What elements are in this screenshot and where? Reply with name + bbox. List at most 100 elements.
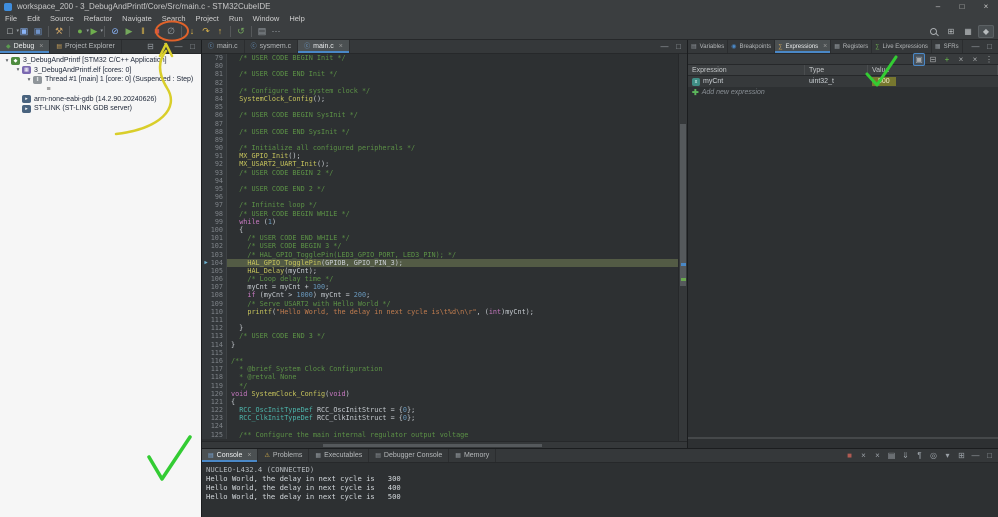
add-expression-icon[interactable]: + — [941, 54, 953, 65]
save-icon[interactable]: ▣ — [17, 23, 31, 39]
tree-item[interactable]: ▾▦3_DebugAndPrintf.elf [cores: 0] — [0, 66, 201, 76]
minimize-view-icon[interactable]: — — [659, 40, 670, 53]
expressions-view-tab-sfrs[interactable]: ▦SFRs — [932, 40, 963, 53]
maximize-view-icon[interactable]: □ — [673, 40, 684, 53]
menu-item-file[interactable]: File — [0, 14, 22, 23]
code-line[interactable]: 81 /* USER CODE END Init */ — [202, 70, 687, 78]
code-line[interactable]: 112 } — [202, 324, 687, 332]
console-view-tab-executables[interactable]: ▦Executables — [309, 449, 369, 462]
menu-item-run[interactable]: Run — [224, 14, 248, 23]
terminate-console-icon[interactable]: ■ — [844, 449, 855, 462]
menu-item-source[interactable]: Source — [45, 14, 79, 23]
menu-item-window[interactable]: Window — [248, 14, 285, 23]
open-console-icon[interactable]: ⊞ — [956, 449, 967, 462]
expressions-view-tab-registers[interactable]: ▦Registers — [831, 40, 872, 53]
tree-item[interactable]: ▾‖Thread #1 [main] 1 [core: 0] (Suspende… — [0, 75, 201, 85]
run-icon[interactable]: ▶▾ — [87, 23, 101, 39]
expressions-view-tab-variables[interactable]: ▤Variables — [688, 40, 728, 53]
save-all-icon[interactable]: ▣ — [31, 23, 45, 39]
code-line[interactable]: 93 /* USER CODE BEGIN 2 */ — [202, 169, 687, 177]
code-line[interactable]: 97 /* Infinite loop */ — [202, 201, 687, 209]
code-line[interactable]: 85 — [202, 103, 687, 111]
tree-item[interactable]: ▸arm-none-eabi-gdb (14.2.90.20240626) — [0, 94, 201, 104]
code-line[interactable]: 91 MX_GPIO_Init(); — [202, 152, 687, 160]
editor-tab-main-c[interactable]: ⓒmain.c — [202, 40, 245, 53]
code-line[interactable]: 124 — [202, 422, 687, 430]
expander-icon[interactable]: ▾ — [14, 67, 22, 73]
perspective-cpp-icon[interactable]: ▦ — [960, 25, 976, 38]
remove-launch-icon[interactable]: × — [858, 449, 869, 462]
code-line[interactable]: 90 /* Initialize all configured peripher… — [202, 144, 687, 152]
code-line[interactable]: 92 MX_USART2_UART_Init(); — [202, 160, 687, 168]
maximize-view-icon[interactable]: □ — [984, 449, 995, 462]
code-line[interactable]: 98 /* USER CODE BEGIN WHILE */ — [202, 210, 687, 218]
code-line[interactable]: 105 HAL_Delay(myCnt); — [202, 267, 687, 275]
code-line[interactable]: 84 SystemClock_Config(); — [202, 95, 687, 103]
build-icon[interactable]: ⚒ — [52, 23, 66, 39]
code-line[interactable]: 103 /* HAL_GPIO_TogglePin(LED3_GPIO_PORT… — [202, 251, 687, 259]
collapse-all-icon[interactable]: ⊟ — [145, 40, 156, 53]
console-view-tab-console[interactable]: ▤Console× — [202, 449, 258, 462]
code-line[interactable]: 83 /* Configure the system clock */ — [202, 87, 687, 95]
debug-view-tab-debug[interactable]: ◆Debug× — [0, 40, 50, 53]
expressions-view-tab-expressions[interactable]: ∑Expressions× — [775, 40, 831, 53]
word-wrap-icon[interactable]: ¶ — [914, 449, 925, 462]
instruction-stepping-icon[interactable]: ▤ — [255, 23, 269, 39]
add-expression-row[interactable]: ✚Add new expression — [688, 87, 998, 98]
code-line[interactable]: 122 RCC_OscInitTypeDef RCC_OscInitStruct… — [202, 406, 687, 414]
code-line[interactable]: 118 * @retval None — [202, 373, 687, 381]
skip-all-breakpoints-icon[interactable]: ⊘ — [108, 23, 122, 39]
code-line[interactable]: 107 myCnt = myCnt + 100; — [202, 283, 687, 291]
code-line[interactable]: 115 — [202, 349, 687, 357]
menu-item-search[interactable]: Search — [157, 14, 191, 23]
console-view-tab-memory[interactable]: ▦Memory — [449, 449, 496, 462]
code-line[interactable]: 96 — [202, 193, 687, 201]
remove-all-launches-icon[interactable]: × — [872, 449, 883, 462]
menu-item-edit[interactable]: Edit — [22, 14, 45, 23]
code-line[interactable]: 89 — [202, 136, 687, 144]
code-line[interactable]: 88 /* USER CODE END SysInit */ — [202, 128, 687, 136]
code-line[interactable]: 102 /* USER CODE BEGIN 3 */ — [202, 242, 687, 250]
code-line[interactable]: 106 /* Loop delay time */ — [202, 275, 687, 283]
code-line[interactable]: 113 /* USER CODE END 3 */ — [202, 332, 687, 340]
suspend-icon[interactable]: ‖ — [136, 23, 150, 39]
close-icon[interactable]: × — [823, 43, 827, 50]
expander-icon[interactable]: ▾ — [3, 58, 11, 64]
more-toolbar-icon[interactable]: ⋯ — [269, 23, 283, 39]
code-line[interactable]: 120void SystemClock_Config(void) — [202, 390, 687, 398]
expression-row[interactable]: xmyCntuint32_t500 — [688, 76, 998, 87]
terminate-icon[interactable]: ■ — [150, 23, 164, 39]
remove-all-expressions-icon[interactable]: × — [969, 54, 981, 65]
menu-item-project[interactable]: Project — [191, 14, 224, 23]
tree-item[interactable]: ≡ — [0, 85, 201, 95]
code-line[interactable]: 125 /** Configure the main internal regu… — [202, 431, 687, 439]
code-line[interactable]: 123 RCC_ClkInitTypeDef RCC_ClkInitStruct… — [202, 414, 687, 422]
close-icon[interactable]: × — [339, 43, 343, 50]
minimize-view-icon[interactable]: — — [970, 40, 981, 53]
menu-item-navigate[interactable]: Navigate — [117, 14, 157, 23]
maximize-view-icon[interactable]: □ — [187, 40, 198, 53]
code-line[interactable]: 87 — [202, 120, 687, 128]
column-header-expression[interactable]: Expression — [688, 65, 805, 75]
column-header-value[interactable]: Value — [868, 65, 998, 75]
code-line[interactable]: 101 /* USER CODE END WHILE */ — [202, 234, 687, 242]
code-line[interactable]: 110 printf("Hello World, the delay in ne… — [202, 308, 687, 316]
minimize-window-button[interactable]: – — [926, 0, 950, 13]
maximize-view-icon[interactable]: □ — [984, 40, 995, 53]
code-line[interactable]: 82 — [202, 79, 687, 87]
step-over-icon[interactable]: ↷ — [199, 23, 213, 39]
code-line[interactable]: 86 /* USER CODE BEGIN SysInit */ — [202, 111, 687, 119]
code-line[interactable]: 117 * @brief System Clock Configuration — [202, 365, 687, 373]
search-icon[interactable] — [930, 28, 937, 35]
console-view-tab-problems[interactable]: ⚠Problems — [258, 449, 309, 462]
tree-item[interactable]: ▸ST-LINK (ST-LINK GDB server) — [0, 104, 201, 114]
code-line[interactable]: 94 — [202, 177, 687, 185]
code-line[interactable]: 80 — [202, 62, 687, 70]
tree-item[interactable]: ▾◆3_DebugAndPrintf [STM32 C/C++ Applicat… — [0, 56, 201, 66]
expressions-view-tab-breakpoints[interactable]: ◉Breakpoints — [728, 40, 775, 53]
code-line[interactable]: 109 /* Serve USART2 with Hello World */ — [202, 300, 687, 308]
code-line[interactable]: 99 while (1) — [202, 218, 687, 226]
code-line[interactable]: 100 { — [202, 226, 687, 234]
code-line[interactable]: 108 if (myCnt > 1000) myCnt = 200; — [202, 291, 687, 299]
menu-item-refactor[interactable]: Refactor — [79, 14, 117, 23]
